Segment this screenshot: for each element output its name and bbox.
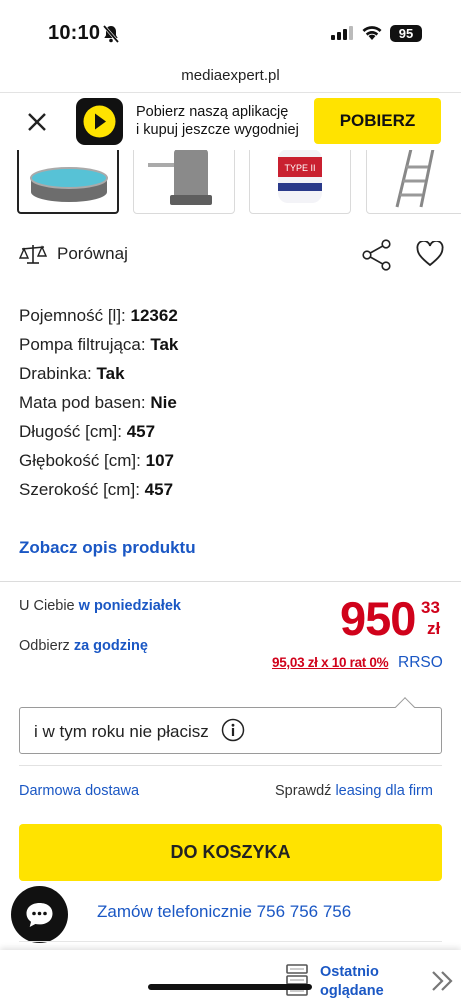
heart-icon[interactable] xyxy=(416,240,444,272)
leasing-link[interactable]: leasing dla firm xyxy=(335,783,433,799)
thumbnail-filter-cartridge[interactable]: TYPE II xyxy=(249,150,351,214)
recently-viewed-bar[interactable] xyxy=(0,950,461,999)
double-chevron-right-icon[interactable] xyxy=(430,970,454,997)
spec-label: Głębokość [cm]: xyxy=(19,451,141,470)
rrso-link[interactable]: RRSO xyxy=(398,654,443,672)
signal-icon xyxy=(331,26,353,45)
app-logo xyxy=(76,98,123,145)
divider xyxy=(0,581,461,582)
spec-label: Pompa filtrująca: xyxy=(19,335,146,354)
delivery-info: U Ciebie w poniedziałek xyxy=(19,598,181,614)
thumbnail-strip[interactable]: TYPE II xyxy=(0,150,461,216)
spec-row: Drabinka: Tak xyxy=(19,362,178,391)
spec-value: Nie xyxy=(150,393,177,412)
tooltip-text: i w tym roku nie płacisz xyxy=(34,722,209,741)
free-delivery-link[interactable]: Darmowa dostawa xyxy=(19,783,139,799)
recent-line-1: Ostatnio xyxy=(320,964,379,980)
banner-line-1: Pobierz naszą aplikację xyxy=(136,104,289,120)
pickup-time-link[interactable]: za godzinę xyxy=(74,638,148,654)
pickup-prefix: Odbierz xyxy=(19,638,70,654)
spec-label: Pojemność [l]: xyxy=(19,306,126,325)
battery-icon: 95 xyxy=(390,25,422,42)
divider xyxy=(19,941,442,945)
pickup-info: Odbierz za godzinę xyxy=(19,638,148,654)
delivery-date-link[interactable]: w poniedziałek xyxy=(79,598,181,614)
share-icon[interactable] xyxy=(362,239,392,276)
price-cents: 33 xyxy=(421,598,440,617)
divider xyxy=(19,765,442,766)
close-icon[interactable] xyxy=(22,107,52,137)
spec-label: Długość [cm]: xyxy=(19,422,122,441)
status-time: 10:10 xyxy=(48,22,101,44)
spec-value: Tak xyxy=(150,335,179,354)
product-description-link[interactable]: Zobacz opis produktu xyxy=(19,538,196,558)
phone-order-link[interactable]: Zamów telefonicznie 756 756 756 xyxy=(97,902,351,922)
spec-value: 107 xyxy=(145,451,174,470)
spec-value: Tak xyxy=(96,364,125,383)
delivery-prefix: U Ciebie xyxy=(19,598,75,614)
thumbnail-filter-pump[interactable] xyxy=(133,150,235,214)
banner-text: Pobierz naszą aplikację i kupuj jeszcze … xyxy=(136,103,299,139)
spec-row: Pojemność [l]: 12362 xyxy=(19,304,178,333)
leasing-info: Sprawdź leasing dla firm xyxy=(275,783,433,799)
url-bar[interactable]: mediaexpert.pl xyxy=(0,64,461,92)
scale-compare-icon[interactable] xyxy=(18,243,48,270)
thumbnail-ladder[interactable] xyxy=(366,150,461,214)
cartridge-label: TYPE II xyxy=(284,163,315,173)
spec-value: 12362 xyxy=(130,306,178,325)
compare-label[interactable]: Porównaj xyxy=(57,244,128,264)
status-bar: 10:10 95 xyxy=(0,0,461,64)
spec-value: 457 xyxy=(126,422,156,441)
spec-list: Pojemność [l]: 12362 Pompa filtrująca: T… xyxy=(19,304,178,507)
spec-label: Mata pod basen: xyxy=(19,393,146,412)
price-main: 950 xyxy=(340,592,416,645)
installment-link[interactable]: 95,03 zł x 10 rat 0% xyxy=(272,655,389,670)
compare-row: Porównaj xyxy=(0,236,461,276)
wifi-icon xyxy=(361,24,383,46)
spec-row: Szerokość [cm]: 457 xyxy=(19,478,178,507)
recent-line-2: oglądane xyxy=(320,983,384,999)
bell-slash-icon xyxy=(101,24,121,49)
spec-row: Mata pod basen: Nie xyxy=(19,391,178,420)
spec-label: Drabinka: xyxy=(19,364,92,383)
chat-button[interactable] xyxy=(11,886,68,943)
spec-row: Głębokość [cm]: 107 xyxy=(19,449,178,478)
spec-value: 457 xyxy=(144,480,174,499)
download-app-button[interactable]: POBIERZ xyxy=(314,98,441,144)
home-indicator xyxy=(148,984,312,990)
info-icon[interactable] xyxy=(221,718,245,747)
price-currency: zł xyxy=(427,619,441,638)
spec-row: Pompa filtrująca: Tak xyxy=(19,333,178,362)
spec-row: Długość [cm]: 457 xyxy=(19,420,178,449)
leasing-prefix: Sprawdź xyxy=(275,783,332,799)
recently-viewed-label[interactable]: Ostatnio oglądane xyxy=(320,963,384,999)
add-to-cart-button[interactable]: DO KOSZYKA xyxy=(19,824,442,881)
spec-label: Szerokość [cm]: xyxy=(19,480,140,499)
recently-viewed-icon[interactable] xyxy=(285,963,309,999)
thumbnail-pool[interactable] xyxy=(17,150,119,214)
banner-line-2: i kupuj jeszcze wygodniej xyxy=(136,122,299,138)
